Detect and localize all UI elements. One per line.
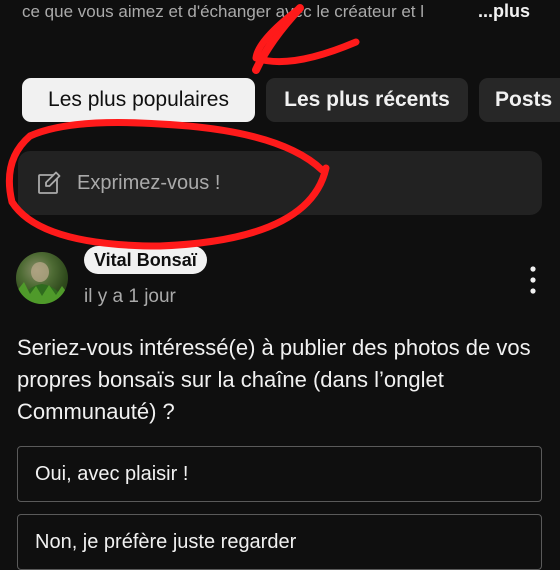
filter-chips: Les plus populaires Les plus récents Pos… (0, 78, 560, 124)
channel-description: ce que vous aimez et d'échanger avec le … (0, 0, 560, 28)
more-vertical-icon[interactable] (527, 264, 539, 296)
post-text: Seriez-vous intéressé(e) à publier des p… (17, 335, 531, 424)
description-more-link[interactable]: ...plus (478, 1, 530, 22)
edit-pencil-icon (38, 171, 61, 194)
composer-placeholder: Exprimez-vous ! (77, 172, 221, 194)
author-avatar[interactable] (16, 252, 68, 304)
post-timestamp: il y a 1 jour (84, 286, 176, 307)
poll-option-yes[interactable]: Oui, avec plaisir ! (17, 446, 542, 502)
chip-most-popular[interactable]: Les plus populaires (22, 78, 255, 122)
poll-option-no[interactable]: Non, je préfère juste regarder (17, 514, 542, 570)
chip-posts[interactable]: Posts (479, 78, 560, 122)
post-composer[interactable]: Exprimez-vous ! (18, 151, 542, 215)
description-text: ce que vous aimez et d'échanger avec le … (22, 2, 425, 21)
author-name[interactable]: Vital Bonsaï (84, 246, 207, 274)
chip-most-recent[interactable]: Les plus récents (266, 78, 468, 122)
